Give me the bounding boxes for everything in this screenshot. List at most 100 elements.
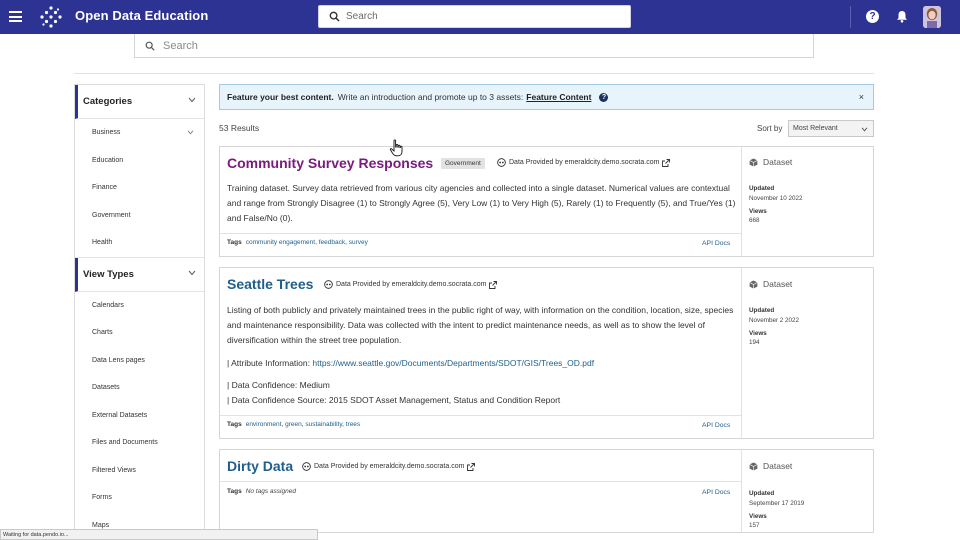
- external-link-icon[interactable]: [489, 280, 498, 289]
- facet-item-health[interactable]: Health: [75, 229, 204, 257]
- facet-item-filtered-views[interactable]: Filtered Views: [75, 457, 204, 485]
- facet-item-government[interactable]: Government: [75, 202, 204, 230]
- chevron-down-icon[interactable]: [187, 130, 194, 135]
- tags-label: Tags: [227, 488, 242, 495]
- search-icon: [329, 11, 340, 22]
- tag-list: Tags community engagement, feedback, surv…: [227, 239, 368, 246]
- divider: [74, 73, 874, 74]
- menu-icon[interactable]: [9, 11, 22, 22]
- result-title[interactable]: Seattle Trees: [227, 276, 313, 292]
- no-tags-text: No tags assigned: [245, 488, 296, 495]
- tag-link[interactable]: survey: [349, 239, 368, 246]
- sort-value: Most Relevant: [793, 125, 838, 132]
- provider-text: Data Provided by emeraldcity.demo.socrat…: [336, 281, 487, 288]
- result-card: Seattle Trees Data Provided by emeraldci…: [219, 267, 874, 439]
- facet-item-datasets[interactable]: Datasets: [75, 374, 204, 402]
- attribute-info: | Attribute Information: https://www.sea…: [227, 356, 737, 371]
- attribute-info-link[interactable]: https://www.seattle.gov/Documents/Depart…: [312, 358, 594, 368]
- facet-header-view-types[interactable]: View Types: [75, 257, 204, 292]
- facet-item-label: Business: [92, 129, 121, 137]
- asset-type: Dataset: [749, 157, 792, 167]
- tag-link[interactable]: green: [285, 421, 302, 428]
- api-docs-link[interactable]: API Docs: [702, 489, 730, 496]
- provider-icon: [497, 158, 506, 167]
- result-card: Community Survey Responses Government Da…: [219, 146, 874, 257]
- result-card: Dirty Data Data Provided by emeraldcity.…: [219, 449, 874, 533]
- tags-label: Tags: [227, 421, 242, 428]
- tag-link[interactable]: sustainability: [305, 421, 342, 428]
- views-count: 668: [749, 217, 760, 224]
- provider-text: Data Provided by emeraldcity.demo.socrat…: [314, 463, 465, 470]
- divider: [220, 415, 742, 416]
- provider-info: Data Provided by emeraldcity.demo.socrat…: [324, 280, 498, 289]
- facet-item-label: Filtered Views: [92, 466, 136, 474]
- divider: [220, 481, 742, 482]
- search-icon: [145, 41, 155, 51]
- navbar-divider: [850, 6, 851, 28]
- facet-item-education[interactable]: Education: [75, 147, 204, 175]
- tags-label: Tags: [227, 239, 242, 246]
- result-card-body: Community Survey Responses Government Da…: [220, 147, 742, 256]
- updated-label: Updated: [749, 490, 775, 497]
- feature-content-link[interactable]: Feature Content: [526, 92, 591, 102]
- top-search-input[interactable]: [346, 11, 606, 22]
- result-title[interactable]: Dirty Data: [227, 458, 293, 474]
- facet-item-finance[interactable]: Finance: [75, 174, 204, 202]
- close-icon[interactable]: ×: [859, 92, 864, 102]
- facet-item-files-and-documents[interactable]: Files and Documents: [75, 429, 204, 457]
- tag-link[interactable]: environment: [246, 421, 282, 428]
- facet-item-external-datasets[interactable]: External Datasets: [75, 402, 204, 430]
- result-title[interactable]: Community Survey Responses: [227, 155, 433, 171]
- facet-header-categories[interactable]: Categories: [75, 85, 204, 119]
- facet-title: Categories: [83, 96, 133, 107]
- result-description: Training dataset. Survey data retrieved …: [227, 183, 736, 223]
- api-docs-link[interactable]: API Docs: [702, 240, 730, 247]
- catalog-search-box[interactable]: [134, 34, 814, 58]
- facet-item-label: Datasets: [92, 384, 120, 392]
- facet-item-data-lens-pages[interactable]: Data Lens pages: [75, 347, 204, 375]
- results-count: 53 Results: [219, 123, 260, 133]
- dataset-icon: [749, 279, 758, 289]
- hand-cursor-icon: [389, 139, 403, 157]
- facet-item-calendars[interactable]: Calendars: [75, 292, 204, 320]
- tag-link[interactable]: community engagement: [246, 239, 315, 246]
- facet-item-charts[interactable]: Charts: [75, 319, 204, 347]
- top-search-box[interactable]: [318, 5, 631, 28]
- tag-link[interactable]: feedback: [319, 239, 345, 246]
- notification-bell-icon[interactable]: [896, 10, 908, 23]
- catalog-search-input[interactable]: [163, 39, 763, 52]
- facet-title: View Types: [83, 268, 134, 280]
- facet-item-label: External Datasets: [92, 411, 148, 419]
- facet-item-label: Finance: [92, 184, 117, 192]
- category-badge[interactable]: Government: [441, 158, 485, 169]
- asset-type-label: Dataset: [763, 461, 793, 471]
- logo-icon[interactable]: [39, 5, 63, 29]
- facet-item-business[interactable]: Business: [75, 119, 204, 147]
- updated-date: September 17 2019: [749, 500, 805, 507]
- provider-icon: [324, 280, 333, 289]
- external-link-icon[interactable]: [467, 462, 476, 471]
- result-card-body: Seattle Trees Data Provided by emeraldci…: [220, 268, 742, 438]
- facet-item-label: Data Lens pages: [92, 356, 145, 364]
- facet-item-label: Education: [92, 156, 124, 164]
- feature-content-banner: Feature your best content. Write an intr…: [219, 84, 874, 110]
- asset-type-label: Dataset: [763, 279, 793, 289]
- facet-item-label: Files and Documents: [92, 439, 158, 447]
- views-count: 194: [749, 339, 760, 346]
- tag-link[interactable]: trees: [346, 421, 360, 428]
- user-avatar[interactable]: [923, 6, 941, 28]
- result-description: Listing of both publicly and privately m…: [227, 305, 734, 345]
- views-label: Views: [749, 513, 767, 520]
- facet-item-label: Calendars: [92, 301, 124, 309]
- api-docs-link[interactable]: API Docs: [702, 422, 730, 429]
- facet-item-label: Government: [92, 211, 131, 219]
- app-title[interactable]: Open Data Education: [75, 8, 208, 23]
- result-card-body: Dirty Data Data Provided by emeraldcity.…: [220, 450, 742, 532]
- external-link-icon[interactable]: [662, 158, 671, 167]
- chevron-down-icon: [188, 97, 196, 103]
- sort-dropdown[interactable]: Most Relevant: [788, 120, 874, 137]
- chevron-down-icon: [861, 127, 868, 132]
- help-icon[interactable]: ?: [866, 10, 879, 23]
- facet-item-forms[interactable]: Forms: [75, 484, 204, 512]
- help-icon[interactable]: ?: [599, 92, 609, 102]
